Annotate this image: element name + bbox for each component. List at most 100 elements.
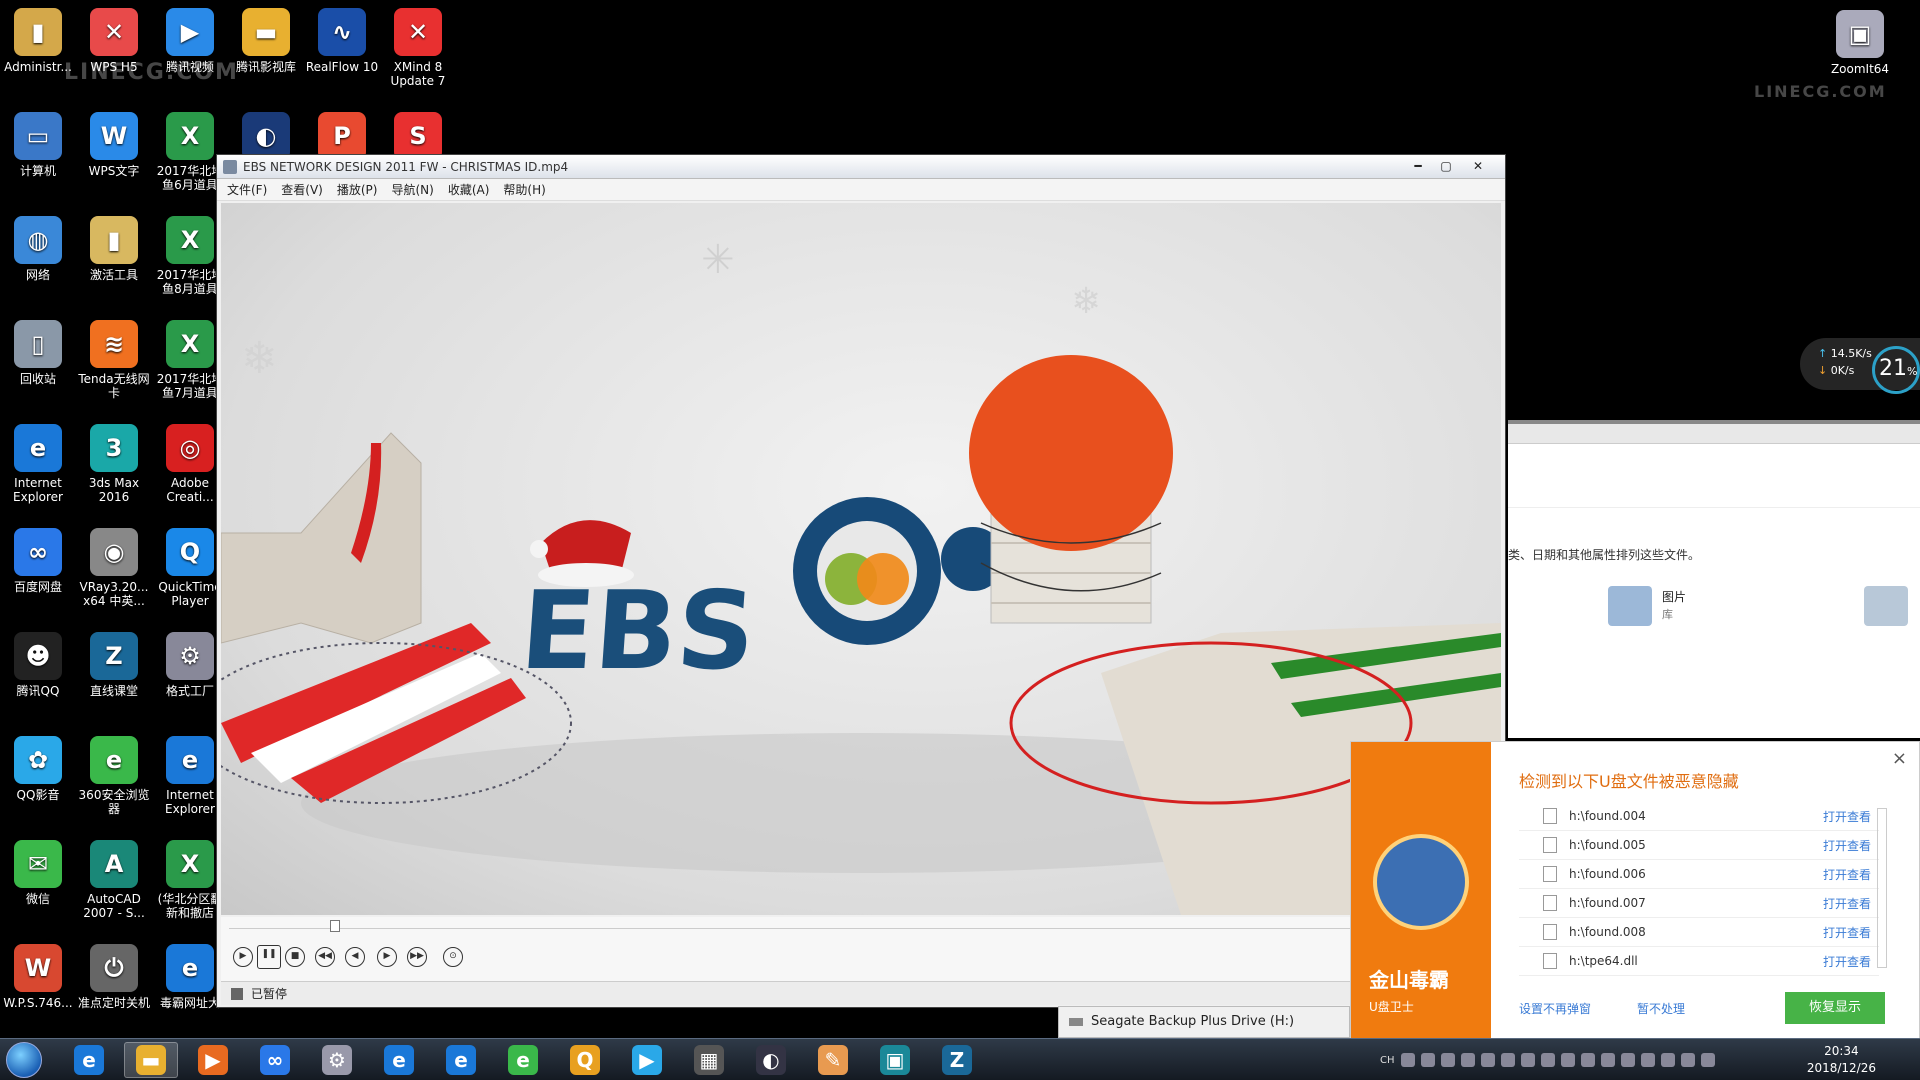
desktop-icon[interactable]: ▭ 计算机 [0,110,76,178]
desktop-icon[interactable]: ▯ 回收站 [0,318,76,386]
tray-icon[interactable] [1480,1053,1495,1067]
desktop-icon[interactable]: ◍ 网络 [0,214,76,282]
app-icon: ≋ [90,320,138,368]
tray-icon[interactable] [1560,1053,1575,1067]
taskbar-app-baidu-netdisk[interactable]: ∞ [248,1042,302,1078]
menu-file[interactable]: 文件(F) [227,181,267,198]
file-row: h:\found.008 打开查看 [1519,918,1879,947]
taskbar-app-ie[interactable]: e [62,1042,116,1078]
stop-button[interactable]: ■ [285,947,305,967]
taskbar-app-zhixian[interactable]: Z [930,1042,984,1078]
desktop-icon[interactable]: Z 直线课堂 [76,630,152,698]
open-file-link[interactable]: 打开查看 [1823,953,1871,970]
desktop-icon[interactable]: ∞ 百度网盘 [0,526,76,594]
play-button[interactable]: ▶ [233,947,253,967]
taskbar-app-qq-player[interactable]: Q [558,1042,612,1078]
ie-icon: e [74,1045,104,1075]
open-file-link[interactable]: 打开查看 [1823,895,1871,912]
desktop-icon[interactable]: ⏻ 准点定时关机 [76,942,152,1010]
desktop-icon[interactable]: ☻ 腾讯QQ [0,630,76,698]
desktop-icon[interactable]: ◉ VRay3.20... x64 中英... [76,526,152,608]
ignore-link[interactable]: 暂不处理 [1637,1000,1685,1017]
no-remind-link[interactable]: 设置不再弹窗 [1519,1000,1591,1017]
taskbar-app-media[interactable]: ▶ [186,1042,240,1078]
desktop-icon-label: 3ds Max 2016 [88,476,140,504]
file-list-scrollbar[interactable] [1877,808,1887,968]
taskbar-app-tencent-video[interactable]: ▶ [620,1042,674,1078]
desktop-icon[interactable]: ∿ RealFlow 10 [304,6,380,74]
drive-icon [1069,1018,1083,1026]
open-button[interactable]: ⊙ [443,947,463,967]
menu-navigate[interactable]: 导航(N) [391,181,433,198]
maximize-button[interactable]: ▢ [1433,157,1459,175]
taskbar-app-explorer[interactable]: ▬ [124,1042,178,1078]
desktop-icon[interactable]: ≋ Tenda无线网卡 [76,318,152,400]
library-icon[interactable] [1864,586,1908,626]
open-file-link[interactable]: 打开查看 [1823,924,1871,941]
close-button[interactable]: ✕ [1465,157,1491,175]
seek-bar[interactable] [229,920,1493,932]
desktop-icon-label: Internet Explorer [13,476,63,504]
taskbar-app-360[interactable]: e [496,1042,550,1078]
restore-button[interactable]: 恢复显示 [1785,992,1885,1024]
tray-icon[interactable] [1640,1053,1655,1067]
rewind-button[interactable]: ◀ [345,947,365,967]
tray-icon[interactable] [1580,1053,1595,1067]
drive-notification[interactable]: Seagate Backup Plus Drive (H:) [1058,1006,1350,1038]
taskbar-app-format-factory[interactable]: ⚙ [310,1042,364,1078]
system-clock[interactable]: 20:34 2018/12/26 [1807,1043,1876,1077]
network-icon[interactable] [1680,1053,1695,1067]
desktop-icon[interactable]: ✉ 微信 [0,838,76,906]
taskbar-app-ie2[interactable]: e [372,1042,426,1078]
menu-view[interactable]: 查看(V) [281,181,323,198]
desktop-icon[interactable]: 3 3ds Max 2016 [76,422,152,504]
menu-help[interactable]: 帮助(H) [503,181,545,198]
video-frame[interactable]: ✳ ❄ ❄ EBS [221,203,1501,915]
player-title-bar[interactable]: EBS NETWORK DESIGN 2011 FW - CHRISTMAS I… [217,155,1505,179]
pictures-library-label[interactable]: 图片 [1662,588,1686,605]
tray-icon[interactable] [1620,1053,1635,1067]
tray-icon[interactable] [1540,1053,1555,1067]
desktop-icon[interactable]: A AutoCAD 2007 - S... [76,838,152,920]
taskbar-app-notes[interactable]: ✎ [806,1042,860,1078]
desktop-icon[interactable]: e Internet Explorer [0,422,76,504]
desktop-icon[interactable]: ▬ 腾讯影视库 [228,6,304,74]
volume-icon[interactable] [1700,1053,1715,1067]
menu-favorites[interactable]: 收藏(A) [448,181,490,198]
menu-play[interactable]: 播放(P) [337,181,378,198]
desktop-icon[interactable]: ✿ QQ影音 [0,734,76,802]
tray-icon[interactable] [1460,1053,1475,1067]
desktop-icon[interactable]: e 360安全浏览器 [76,734,152,816]
pictures-library-icon[interactable] [1608,586,1652,626]
input-language[interactable]: CH [1380,1055,1395,1066]
desktop-icon[interactable]: ✕ XMind 8 Update 7 [380,6,456,88]
open-file-link[interactable]: 打开查看 [1823,866,1871,883]
tray-icon[interactable] [1400,1053,1415,1067]
desktop-icon[interactable]: W W.P.S.746... [0,942,76,1010]
seek-knob[interactable] [330,920,341,932]
desktop-icon-zoomit[interactable]: ▣ ZoomIt64 [1822,8,1898,76]
tray-icon[interactable] [1660,1053,1675,1067]
tray-icon[interactable] [1440,1053,1455,1067]
tray-icon[interactable] [1420,1053,1435,1067]
tray-icon[interactable] [1600,1053,1615,1067]
tray-icon[interactable] [1520,1053,1535,1067]
open-file-link[interactable]: 打开查看 [1823,808,1871,825]
start-button[interactable] [6,1042,42,1078]
open-file-link[interactable]: 打开查看 [1823,837,1871,854]
taskbar-app-c4d[interactable]: ◐ [744,1042,798,1078]
desktop-icon[interactable]: W WPS文字 [76,110,152,178]
desktop-icon-label: 直线课堂 [89,684,138,698]
taskbar-app-linecg[interactable]: ▣ [868,1042,922,1078]
forward-button[interactable]: ▶ [377,947,397,967]
popup-close-icon[interactable]: × [1892,748,1907,769]
tray-icon[interactable] [1500,1053,1515,1067]
desktop-icon[interactable]: ▮ 激活工具 [76,214,152,282]
next-button[interactable]: ▶▶ [407,947,427,967]
minimize-button[interactable]: ━ [1405,157,1431,175]
taskbar-app-ie3[interactable]: e [434,1042,488,1078]
pause-button[interactable]: ❚❚ [257,945,281,969]
network-speed-widget[interactable]: ↑ 14.5K/s ↓ 0K/s 21% [1800,338,1920,394]
previous-button[interactable]: ◀◀ [315,947,335,967]
taskbar-app-clapper[interactable]: ▦ [682,1042,736,1078]
